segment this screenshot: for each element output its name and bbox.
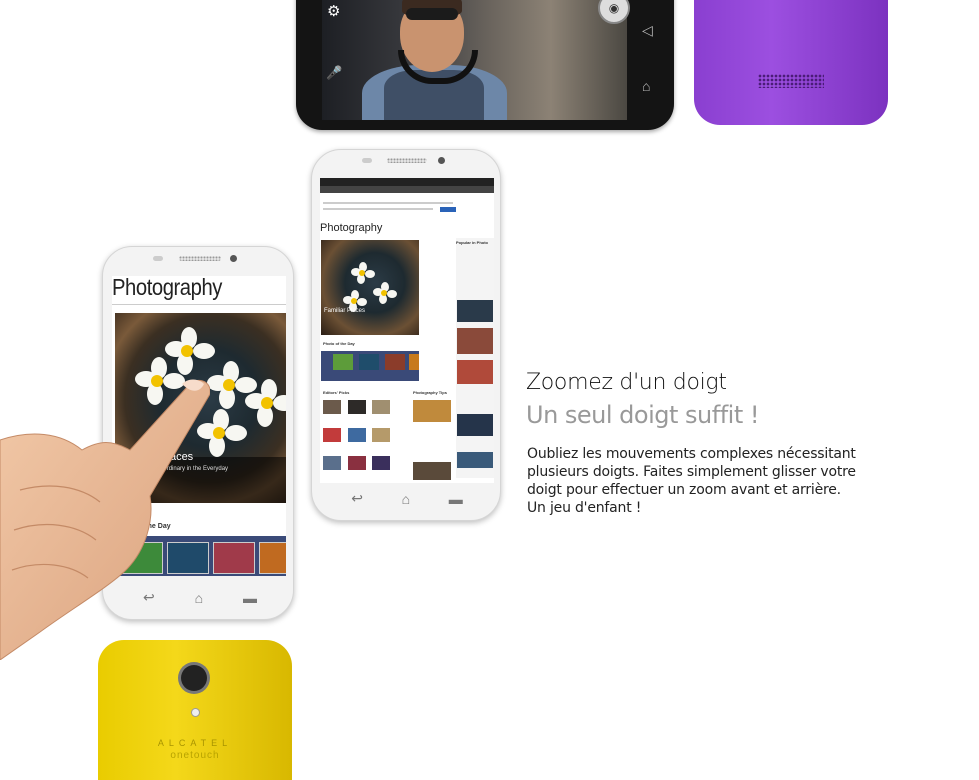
black-phone-front: ⚙ 🎤 ◉ ◁ ⌂ xyxy=(296,0,674,130)
webpage-screen: Photography Familiar Places Photo of the… xyxy=(320,178,494,483)
menu-icon[interactable]: ▬ xyxy=(243,590,257,606)
settings-gear-icon[interactable]: ⚙ xyxy=(327,2,340,20)
menu-icon[interactable]: ▬ xyxy=(449,491,463,507)
search-button[interactable] xyxy=(440,207,456,212)
home-icon[interactable]: ⌂ xyxy=(642,78,650,94)
photo-subject-sunglasses xyxy=(406,8,458,20)
brand-logo: ALCATEL xyxy=(157,738,233,748)
section-photography-tips: Photography Tips xyxy=(413,390,447,395)
android-nav-bar: ↩ ⌂ ▬ xyxy=(332,490,482,507)
proximity-sensor xyxy=(153,256,163,261)
editors-thumb[interactable] xyxy=(372,428,390,442)
page-title: Photography xyxy=(112,276,222,300)
feature-subhead: Un seul doigt suffit ! xyxy=(526,401,759,429)
purple-phone-back xyxy=(694,0,888,125)
description-line: Un jeu d'enfant ! xyxy=(527,500,642,516)
section-editors-picks: Editors' Picks xyxy=(323,390,350,395)
sidebar-thumb[interactable] xyxy=(457,360,493,384)
description-line: plusieurs doigts. Faites simplement glis… xyxy=(527,464,856,480)
editors-thumb[interactable] xyxy=(348,428,366,442)
hero-caption: Familiar Places xyxy=(324,308,366,314)
hero-photo[interactable] xyxy=(321,240,419,335)
earpiece xyxy=(387,158,427,163)
sidebar-thumb[interactable] xyxy=(457,452,493,468)
description-line: Oubliez les mouvements complexes nécessi… xyxy=(527,446,856,462)
editors-thumb[interactable] xyxy=(323,428,341,442)
photo-of-the-day-strip[interactable] xyxy=(321,351,419,381)
model-logo: onetouch xyxy=(170,750,220,761)
right-sidebar: Popular in Photo xyxy=(456,238,494,478)
editors-thumb[interactable] xyxy=(348,400,366,414)
title-divider xyxy=(112,304,286,305)
tips-thumb[interactable] xyxy=(413,462,451,480)
sidebar-thumb[interactable] xyxy=(457,414,493,436)
speaker-grille xyxy=(758,74,824,88)
feature-headline: Zoomez d'un doigt xyxy=(526,370,727,395)
flash-icon xyxy=(191,708,200,717)
potd-thumb[interactable] xyxy=(259,542,286,574)
tips-thumb[interactable] xyxy=(413,400,451,422)
back-icon[interactable]: ↩ xyxy=(351,490,363,507)
editors-thumb[interactable] xyxy=(323,400,341,414)
editors-thumb[interactable] xyxy=(348,456,366,470)
potd-thumb[interactable] xyxy=(213,542,255,574)
page-title: Photography xyxy=(320,222,383,234)
sidebar-thumb[interactable] xyxy=(457,328,493,354)
promo-text-line xyxy=(323,208,433,210)
editors-thumb[interactable] xyxy=(372,456,390,470)
editors-thumb[interactable] xyxy=(323,456,341,470)
camera-viewfinder xyxy=(322,0,627,120)
front-camera xyxy=(438,157,445,164)
rear-camera-icon xyxy=(181,665,207,691)
proximity-sensor xyxy=(362,158,372,163)
front-camera xyxy=(230,255,237,262)
promo-text-line xyxy=(323,202,453,204)
section-photo-of-the-day: Photo of the Day xyxy=(323,341,355,346)
site-subnav-bar[interactable] xyxy=(320,186,494,193)
site-nav-bar[interactable] xyxy=(320,178,494,186)
section-popular: Popular in Photo xyxy=(456,240,488,245)
earpiece xyxy=(179,256,221,261)
home-icon[interactable]: ⌂ xyxy=(402,491,410,507)
sidebar-ad[interactable] xyxy=(457,300,493,322)
back-icon[interactable]: ◁ xyxy=(642,22,653,39)
yellow-phone-back: ALCATEL onetouch xyxy=(98,640,292,780)
mic-off-icon[interactable]: 🎤 xyxy=(326,65,342,81)
white-phone-zoomed-out: Photography Familiar Places Photo of the… xyxy=(311,149,501,521)
description-line: doigt pour effectuer un zoom avant et ar… xyxy=(527,482,841,498)
editors-thumb[interactable] xyxy=(372,400,390,414)
feature-description: Oubliez les mouvements complexes nécessi… xyxy=(527,445,867,517)
pointing-hand-image xyxy=(0,379,210,660)
